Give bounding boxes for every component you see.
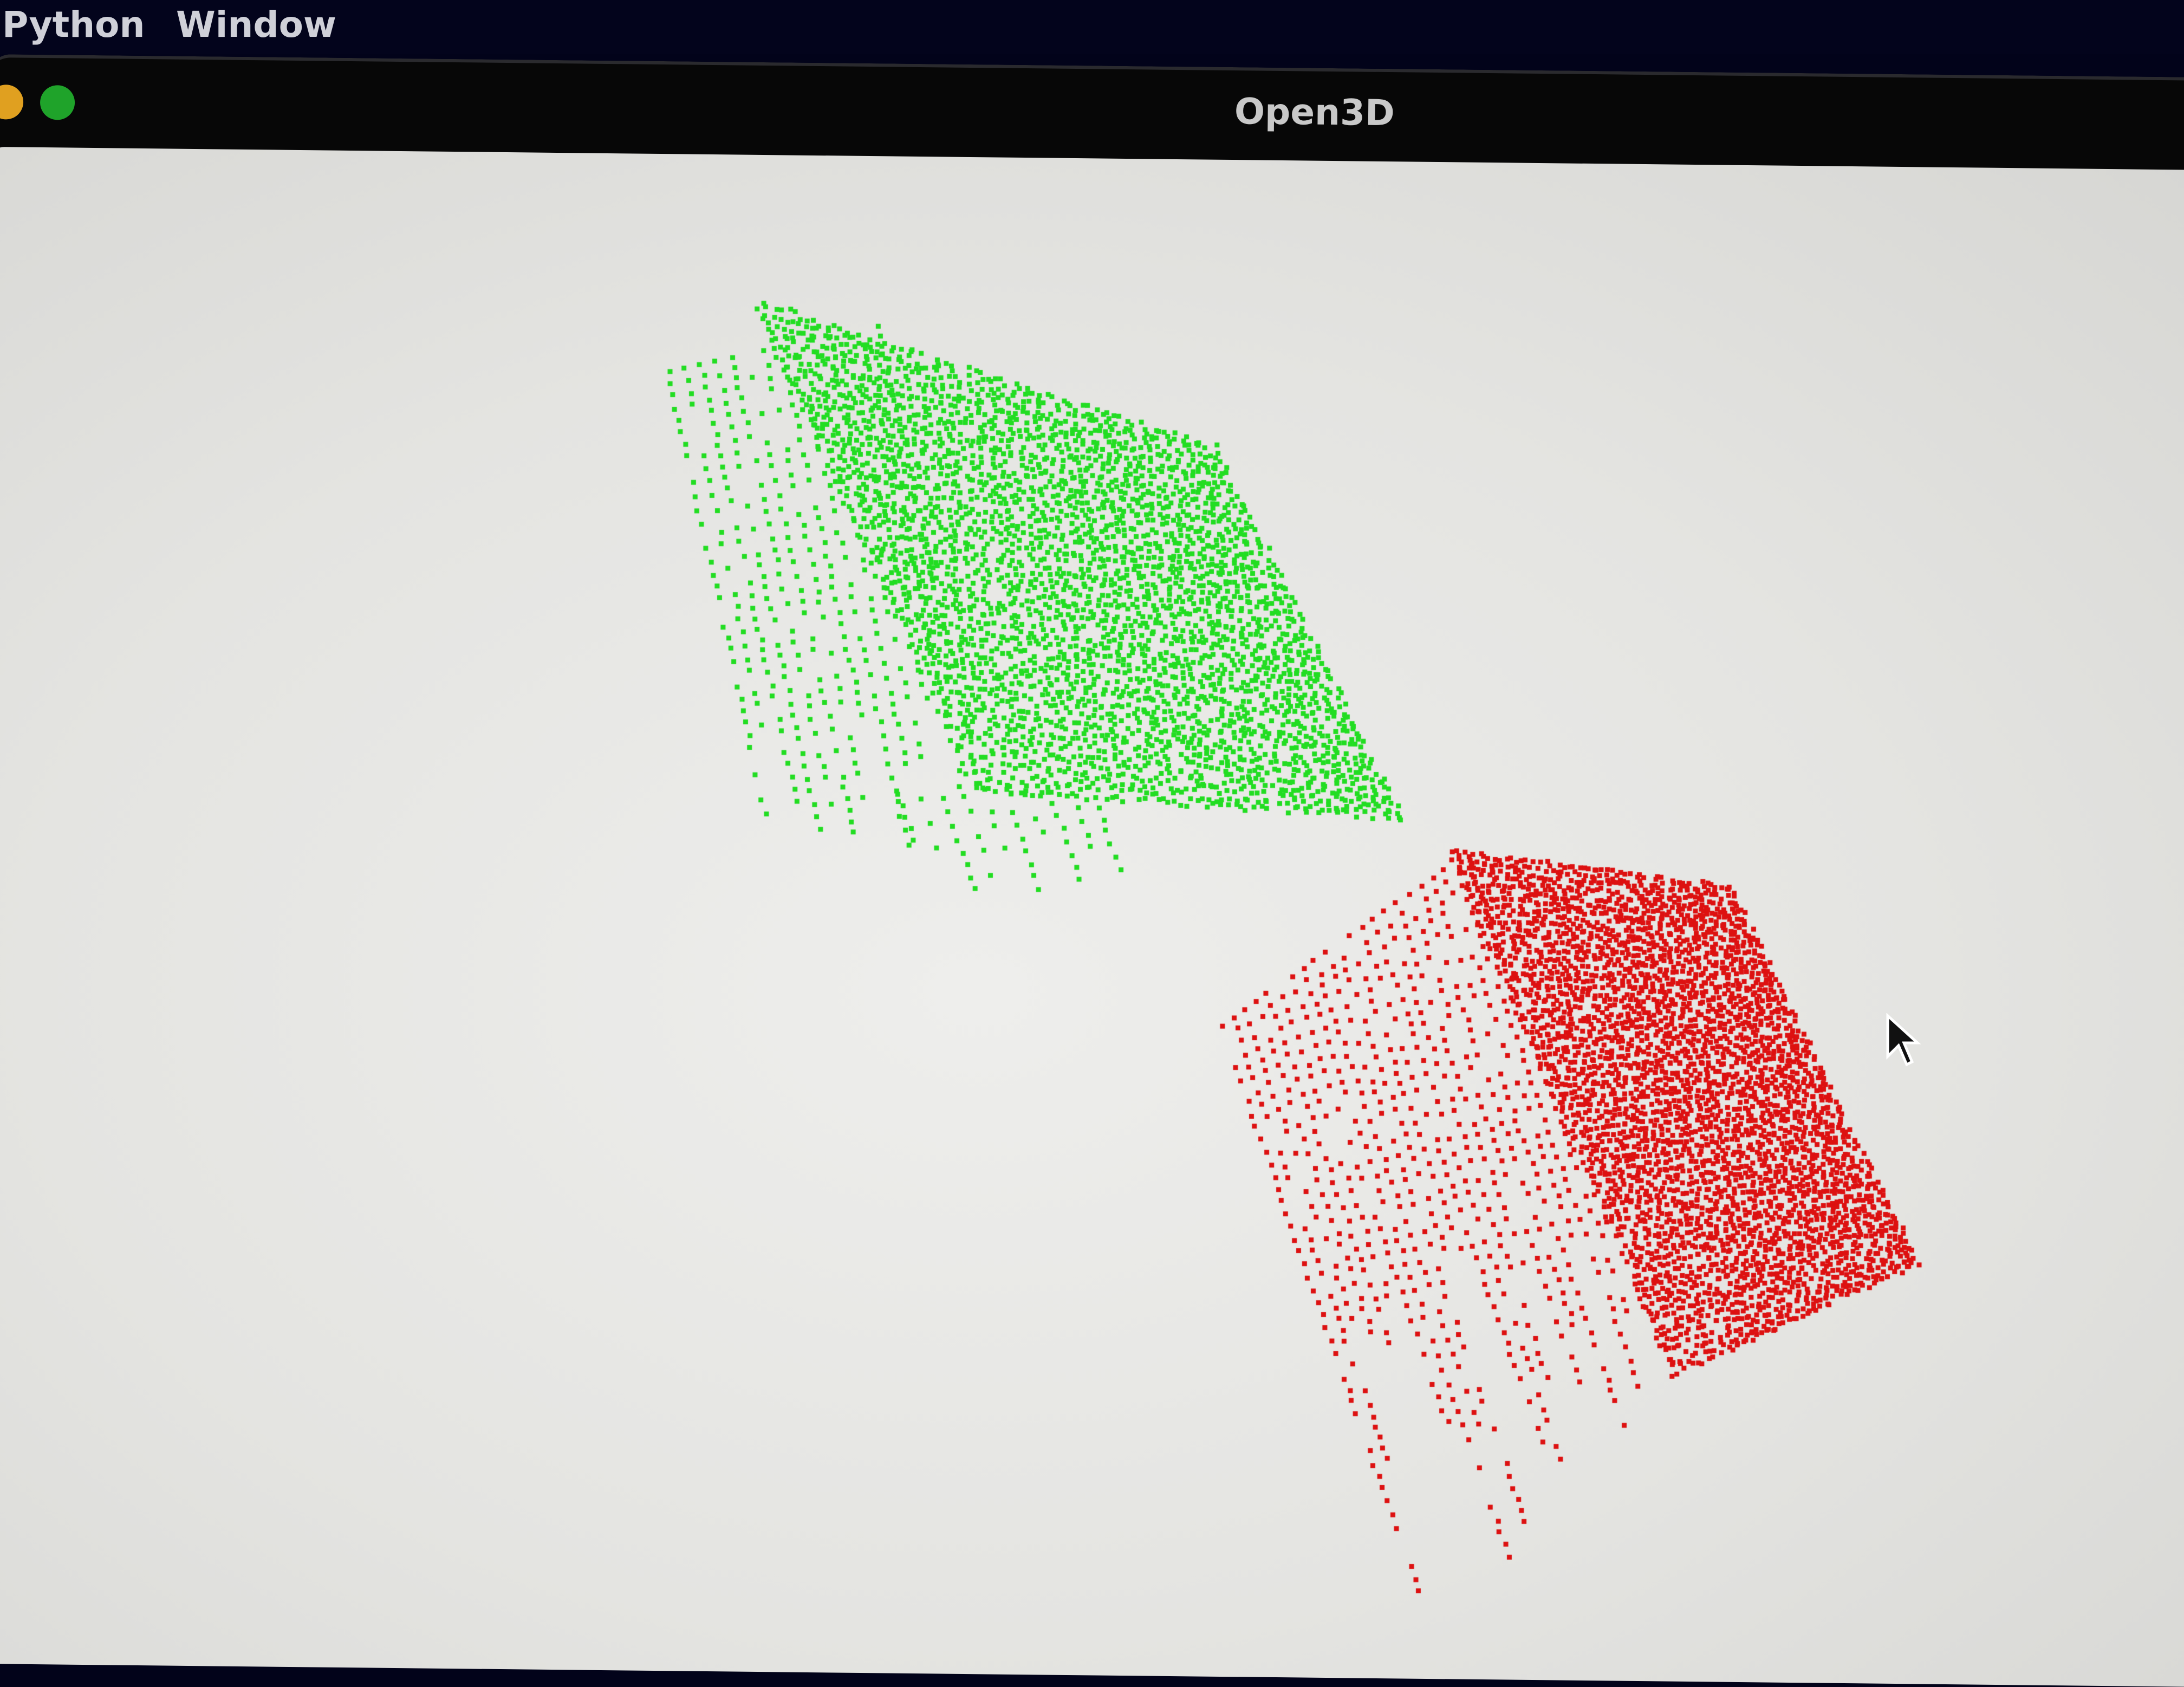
menu-bar: Python Window — [0, 0, 2184, 54]
zoom-button[interactable] — [40, 85, 75, 120]
menu-window[interactable]: Window — [176, 3, 336, 47]
minimize-button[interactable] — [0, 84, 24, 120]
window-title: Open3D — [1234, 90, 1395, 134]
point-cloud-render[interactable] — [0, 163, 2184, 1638]
mouse-cursor-icon — [1886, 1013, 1921, 1067]
menu-python[interactable]: Python — [2, 3, 145, 47]
